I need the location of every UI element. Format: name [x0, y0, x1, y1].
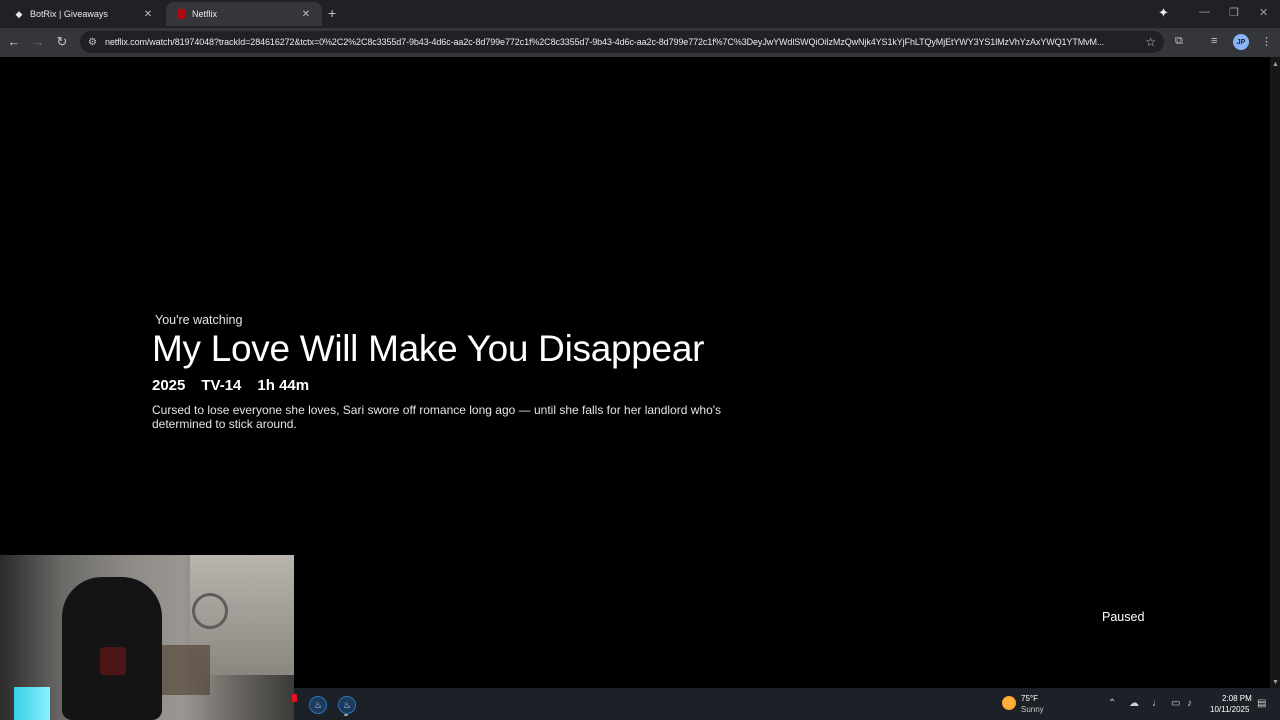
gemini-icon[interactable]: ✦: [1158, 5, 1169, 21]
tab-strip: ◆ BotRix | Giveaways ✕ Netflix ✕ + ✦ — ❐…: [0, 0, 1280, 28]
synopsis: Cursed to lose everyone she loves, Sari …: [152, 403, 722, 431]
tab-title: Netflix: [192, 9, 218, 19]
network-icon[interactable]: ▭: [1171, 698, 1180, 709]
back-icon[interactable]: ←: [5, 34, 23, 49]
microphone-icon[interactable]: ♩: [1152, 698, 1162, 709]
steam-icon[interactable]: ♨: [309, 696, 327, 714]
close-tab-icon[interactable]: ✕: [300, 9, 312, 20]
tab-title: BotRix | Giveaways: [30, 9, 108, 19]
address-bar[interactable]: ⚙ netflix.com/watch/81974048?trackId=284…: [80, 31, 1164, 53]
url-text[interactable]: netflix.com/watch/81974048?trackId=28461…: [105, 37, 1139, 47]
menu-icon[interactable]: ⋮: [1261, 35, 1272, 48]
webcam-light: [14, 687, 50, 720]
netflix-icon: [176, 9, 186, 19]
weather-temperature[interactable]: 75°F: [1021, 694, 1038, 703]
steam-icon[interactable]: ♨: [338, 696, 356, 714]
browser-toolbar: ← → ↻ ⚙ netflix.com/watch/81974048?track…: [0, 28, 1280, 57]
close-tab-icon[interactable]: ✕: [142, 9, 154, 20]
webcam-shelf: [160, 645, 210, 695]
webcam-fan: [192, 593, 228, 629]
tab-netflix[interactable]: Netflix ✕: [166, 2, 322, 26]
botrix-icon: ◆: [15, 8, 23, 19]
onedrive-icon[interactable]: ☁: [1129, 698, 1139, 709]
volume-icon[interactable]: ♪: [1187, 698, 1192, 709]
bookmark-star-icon[interactable]: ☆: [1145, 35, 1156, 49]
weather-condition[interactable]: Sunny: [1021, 705, 1044, 714]
google-lens-icon[interactable]: ⧉: [1175, 35, 1183, 48]
movie-title: My Love Will Make You Disappear: [152, 328, 705, 369]
clock-date[interactable]: 10/11/2025: [1210, 705, 1249, 714]
watching-label: You're watching: [155, 313, 243, 327]
new-tab-button[interactable]: +: [328, 6, 336, 20]
minimize-icon[interactable]: —: [1199, 6, 1210, 18]
tab-botrix[interactable]: ◆ BotRix | Giveaways ✕: [4, 2, 164, 26]
movie-meta: 2025 TV-14 1h 44m: [152, 377, 309, 394]
notification-center-icon[interactable]: ▤: [1257, 698, 1266, 709]
scroll-down-icon[interactable]: ▼: [1272, 679, 1279, 686]
webcam-overlay: [0, 555, 294, 720]
maximize-icon[interactable]: ❐: [1229, 6, 1239, 19]
scrollbar[interactable]: ▲ ▼: [1270, 57, 1280, 688]
app-running-indicator: [344, 714, 348, 716]
reload-icon[interactable]: ↻: [53, 34, 71, 50]
scroll-up-icon[interactable]: ▲: [1272, 61, 1279, 68]
reading-list-icon[interactable]: ≡: [1211, 35, 1217, 47]
webcam-chair-accent: [100, 647, 126, 675]
clock-time[interactable]: 2:08 PM: [1222, 694, 1252, 703]
site-info-icon[interactable]: ⚙: [88, 37, 97, 48]
notification-badge: [292, 694, 297, 702]
close-window-icon[interactable]: ✕: [1259, 6, 1268, 19]
release-year: 2025: [152, 377, 186, 394]
tray-overflow-icon[interactable]: ⌃: [1108, 698, 1116, 709]
profile-avatar[interactable]: JP: [1233, 34, 1249, 50]
paused-status: Paused: [1102, 610, 1145, 624]
maturity-rating: TV-14: [201, 377, 242, 394]
forward-icon[interactable]: →: [29, 34, 47, 49]
duration: 1h 44m: [257, 377, 310, 394]
sun-icon[interactable]: [1002, 696, 1016, 710]
